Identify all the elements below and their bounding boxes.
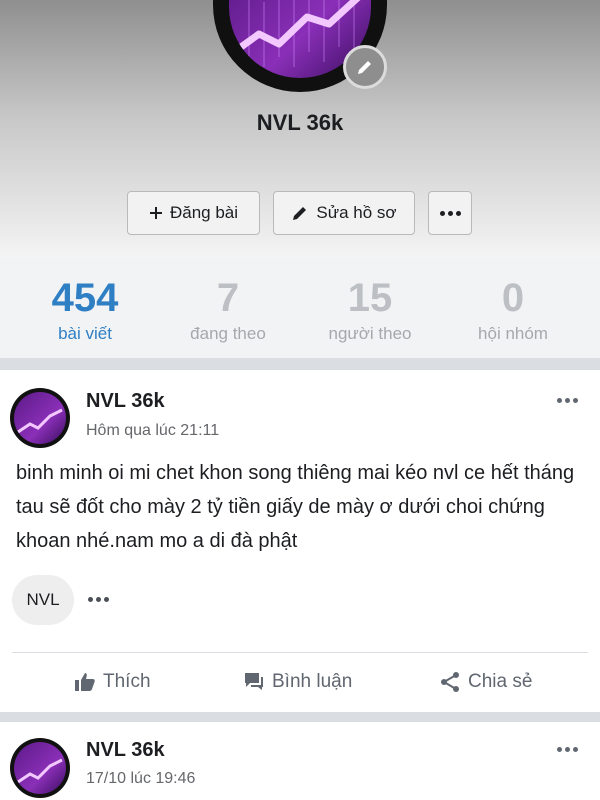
post-avatar[interactable]	[10, 388, 70, 448]
comment-label: Bình luận	[272, 671, 353, 692]
post-divider	[12, 652, 588, 653]
more-icon-dot	[557, 747, 562, 752]
stat-following-label: đang theo	[190, 324, 266, 343]
edit-profile-label: Sửa hồ sơ	[316, 203, 397, 222]
create-post-label: Đăng bài	[169, 203, 239, 222]
more-icon-dot	[104, 597, 109, 602]
section-divider	[0, 712, 600, 722]
like-icon	[73, 670, 97, 694]
stat-followers-label: người theo	[328, 324, 412, 343]
more-icon-dot	[573, 747, 578, 752]
profile-stats: 454 bài viết 7 đang theo 15 người theo 0…	[0, 258, 600, 358]
pencil-icon	[355, 57, 375, 77]
post-more-button[interactable]	[557, 398, 578, 403]
post-avatar[interactable]	[10, 738, 70, 798]
stat-posts-label: bài viết	[58, 324, 112, 343]
section-divider	[0, 358, 600, 370]
stat-groups-label: hội nhóm	[478, 324, 548, 343]
profile-name: NVL 36k	[256, 110, 344, 135]
more-icon-dot	[573, 398, 578, 403]
post-author[interactable]: NVL 36k	[86, 739, 165, 762]
more-icon-dot	[557, 398, 562, 403]
post-time[interactable]: 17/10 lúc 19:46	[86, 770, 195, 788]
profile-header: NVL 36k Đăng bài Sửa hồ sơ	[0, 0, 600, 258]
post-time[interactable]: Hôm qua lúc 21:11	[86, 422, 219, 440]
more-icon-dot	[565, 398, 570, 403]
stat-following-value: 7	[216, 276, 240, 320]
stat-followers[interactable]: 15 người theo	[295, 276, 445, 344]
more-icon-dot	[96, 597, 101, 602]
stat-following[interactable]: 7 đang theo	[153, 276, 303, 344]
pencil-icon	[291, 204, 309, 222]
post-content: binh minh oi mi chet khon song thiêng ma…	[16, 462, 575, 552]
stat-posts[interactable]: 454 bài viết	[10, 276, 160, 344]
share-label: Chia sẻ	[468, 671, 533, 692]
plus-icon	[149, 206, 163, 220]
tag-more-button[interactable]	[88, 597, 109, 602]
tagged-pill[interactable]: NVL	[12, 575, 74, 625]
avatar-image	[14, 392, 66, 444]
like-button[interactable]: Thích	[73, 665, 151, 699]
more-icon-dot	[88, 597, 93, 602]
stat-groups[interactable]: 0 hội nhóm	[438, 276, 588, 344]
post-author[interactable]: NVL 36k	[86, 390, 165, 413]
create-post-button[interactable]: Đăng bài	[127, 191, 260, 235]
share-button[interactable]: Chia sẻ	[438, 665, 532, 699]
more-icon	[439, 210, 461, 216]
post-more-button[interactable]	[557, 747, 578, 752]
share-icon	[438, 670, 462, 694]
stat-posts-value: 454	[51, 276, 119, 320]
edit-profile-button[interactable]: Sửa hồ sơ	[273, 191, 415, 235]
edit-avatar-button[interactable]	[343, 45, 387, 89]
profile-more-button[interactable]	[428, 191, 472, 235]
comment-icon	[242, 670, 266, 694]
avatar-image	[14, 742, 66, 794]
like-label: Thích	[103, 671, 151, 692]
stat-groups-value: 0	[501, 276, 525, 320]
more-icon-dot	[565, 747, 570, 752]
comment-button[interactable]: Bình luận	[242, 665, 352, 699]
stat-followers-value: 15	[347, 276, 393, 320]
